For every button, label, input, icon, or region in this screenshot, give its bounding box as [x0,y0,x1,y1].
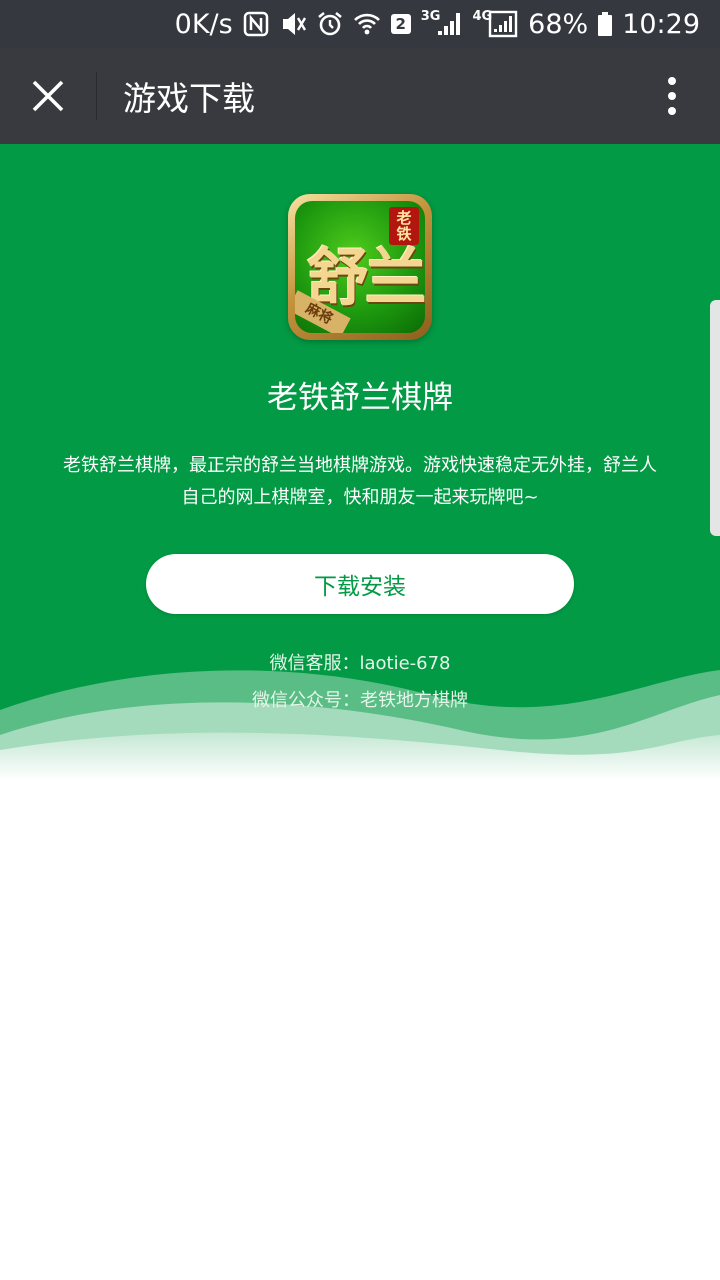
wifi-icon [353,11,381,37]
app-icon: 舒兰 老 铁 麻将 [288,194,432,340]
close-button[interactable] [0,48,96,144]
hero-section: 舒兰 老 铁 麻将 老铁舒兰棋牌 老铁舒兰棋牌，最正宗的舒兰当地棋牌游戏。游戏快… [0,144,720,780]
alarm-icon [317,11,343,37]
app-icon-tag-char-1: 老 [396,209,412,227]
wechat-service: 微信客服：laotie-678 [269,653,451,674]
status-bar: 0K/s 2 3G 4G 68% 10:29 [0,0,720,48]
download-install-button[interactable]: 下载安装 [146,554,574,614]
net-3g-label: 3G [420,8,441,24]
sim-badge: 2 [390,14,411,34]
app-icon-tag-char-2: 铁 [396,225,412,243]
close-icon [32,80,64,112]
wechat-official-account: 微信公众号：老铁地方棋牌 [252,690,468,711]
more-button[interactable] [624,48,720,144]
app-icon-face: 舒兰 老 铁 麻将 [295,201,425,333]
app-icon-tag: 老 铁 [389,207,419,245]
title-divider [96,72,97,120]
page-title: 游戏下载 [123,79,255,118]
app-description-line-2: 自己的网上棋牌室，快和朋友一起来玩牌吧~ [181,487,539,508]
screen: 0K/s 2 3G 4G 68% 10:29 游戏下载 舒兰 老 铁 麻将 老铁… [0,0,720,1280]
app-description-line-1: 老铁舒兰棋牌，最正宗的舒兰当地棋牌游戏。游戏快速稳定无外挂，舒兰人 [63,455,657,476]
vibrate-mute-icon [279,11,307,37]
scroll-handle[interactable] [710,300,720,536]
net-speed: 0K/s [174,8,233,40]
app-name: 老铁舒兰棋牌 [267,380,453,416]
app-description: 老铁舒兰棋牌，最正宗的舒兰当地棋牌游戏。游戏快速稳定无外挂，舒兰人 自己的网上棋… [40,450,680,514]
battery-percent: 68% [528,8,589,40]
net-4g-label: 4G [472,8,493,24]
signal-3g-icon: 3G [420,8,463,37]
signal-4g-icon: 4G [472,8,518,38]
nfc-icon [243,11,269,37]
battery-icon [598,12,613,36]
more-vertical-icon [668,77,676,115]
title-bar: 游戏下载 [0,48,720,144]
clock: 10:29 [622,8,700,40]
